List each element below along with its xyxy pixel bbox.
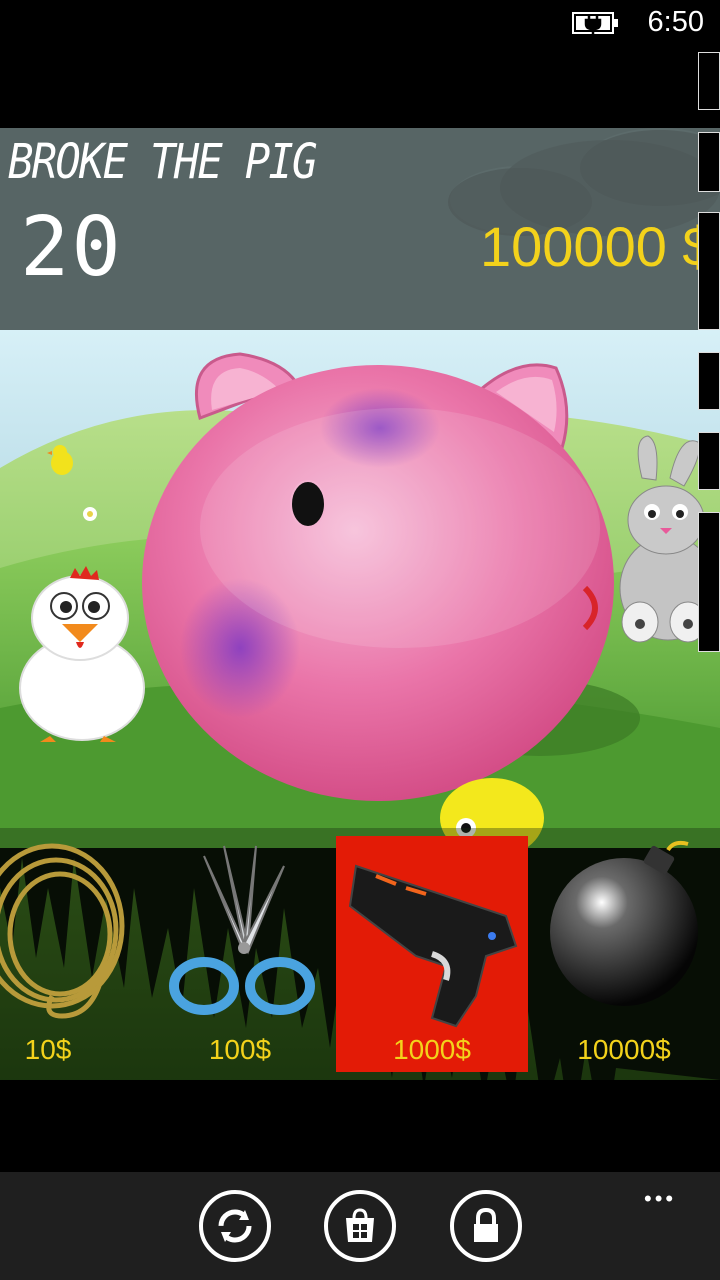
debug-overlay <box>698 48 720 660</box>
battery-charging-icon <box>572 12 618 34</box>
store-icon <box>346 1208 374 1242</box>
lock-icon <box>474 1207 498 1242</box>
weapon-gun[interactable]: 1000$ <box>336 836 528 1072</box>
game-scene[interactable]: BROKE THE PIG 20 100000 $ 10$ 100$ 1000$… <box>0 128 720 1080</box>
hit-counter: 20 <box>20 200 123 295</box>
store-button[interactable] <box>324 1190 396 1262</box>
money-display: 100000 $ <box>480 215 714 278</box>
status-bar: 6:50 <box>0 0 720 48</box>
app-bar: ••• <box>0 1172 720 1280</box>
clock: 6:50 <box>647 6 704 38</box>
weapon-rope[interactable]: 10$ <box>0 836 144 1072</box>
lock-button[interactable] <box>450 1190 522 1262</box>
daisy <box>83 507 97 521</box>
game-title: BROKE THE PIG <box>8 134 317 190</box>
weapon-price: 10000$ <box>577 1034 671 1065</box>
weapon-price: 1000$ <box>393 1034 471 1065</box>
refresh-icon <box>218 1209 252 1243</box>
weapon-bar: 10$ 100$ 1000$ 10000$ <box>0 828 720 1080</box>
weapon-price: 10$ <box>24 1034 72 1065</box>
refresh-button[interactable] <box>199 1190 271 1262</box>
weapon-bomb[interactable]: 10000$ <box>528 836 720 1072</box>
weapon-price: 100$ <box>208 1034 272 1065</box>
more-options-button[interactable]: ••• <box>644 1186 676 1212</box>
weapon-scissors[interactable]: 100$ <box>144 836 336 1072</box>
